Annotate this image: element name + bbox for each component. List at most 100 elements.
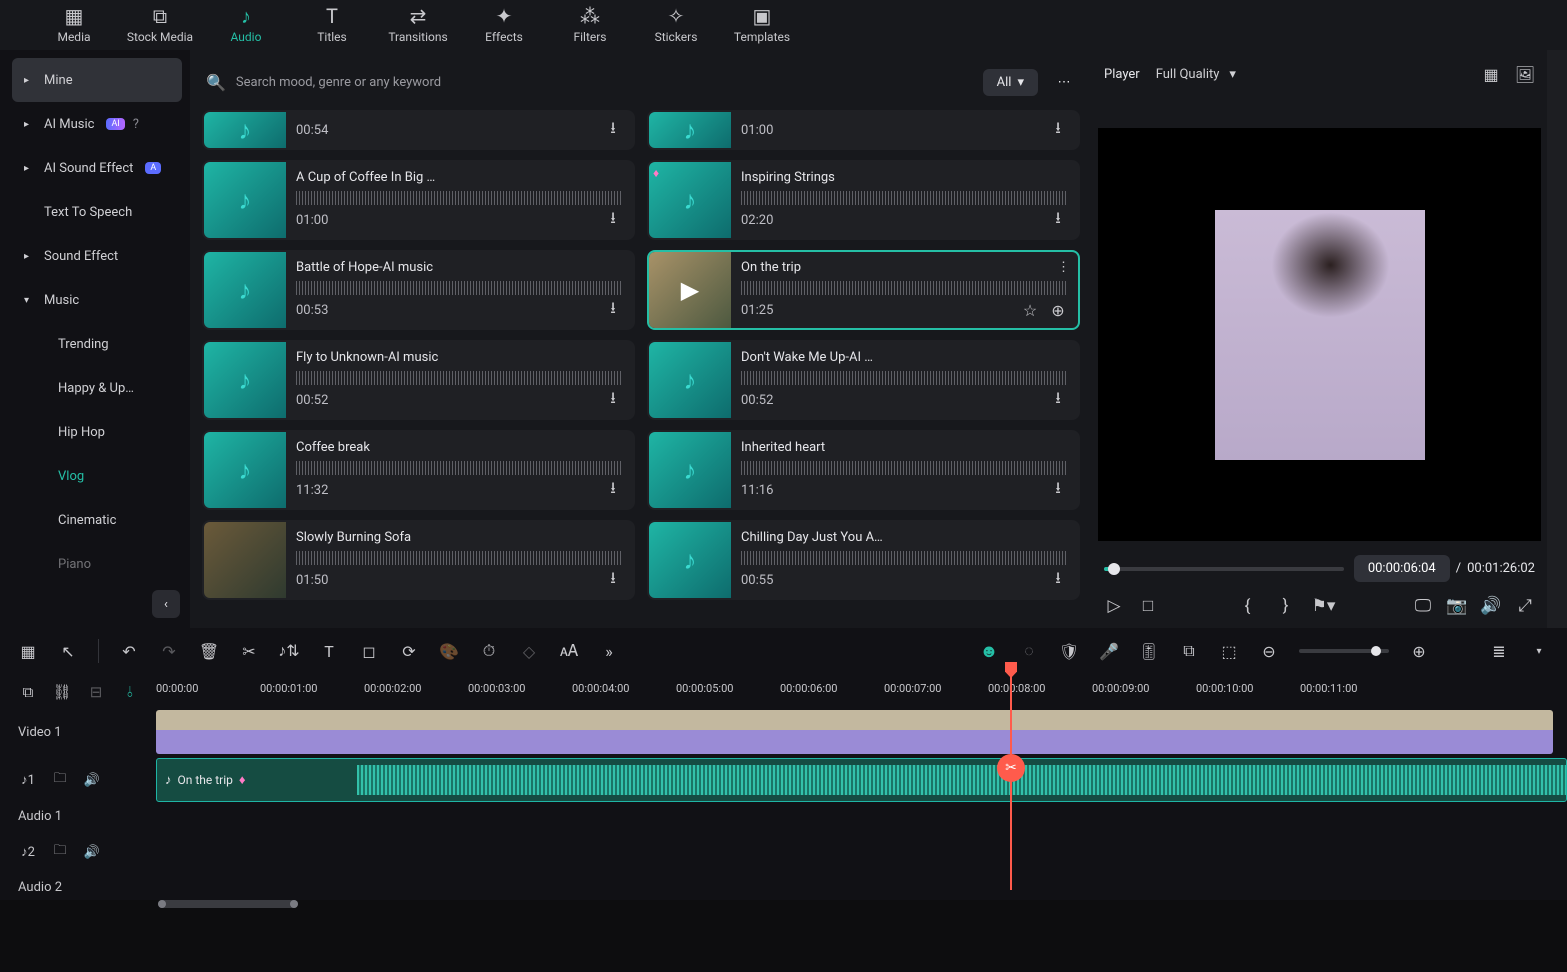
tab-effects[interactable]: ✦Effects (470, 4, 538, 44)
lock-track-icon[interactable]: ⊟ (86, 682, 106, 702)
zoom-in-icon[interactable]: ⊕ (1409, 641, 1429, 661)
sidebar-sub-hiphop[interactable]: Hip Hop (12, 410, 182, 454)
download-icon[interactable]: ⭳ (1048, 480, 1068, 500)
audio-card[interactable]: ♪Battle of Hope-AI music00:53⭳ (202, 250, 635, 330)
mark-in-icon[interactable]: { (1238, 596, 1258, 616)
timer-icon[interactable]: ⏱ (479, 641, 499, 661)
sidebar-item-ai-sound-effect[interactable]: ▸AI Sound EffectA (12, 146, 182, 190)
add-icon[interactable]: ⊕ (1048, 300, 1068, 320)
color-icon[interactable]: 🎨 (439, 641, 459, 661)
audio-thumb[interactable]: ♪ (204, 162, 286, 238)
audio-thumb[interactable]: ♪ (204, 252, 286, 328)
audio-card[interactable]: ♦♪Inspiring Strings02:20⭳ (647, 160, 1080, 240)
marker-dropdown-icon[interactable]: ⚑▾ (1314, 596, 1334, 616)
redo-icon[interactable]: ↷ (159, 641, 179, 661)
mark-out-icon[interactable]: } (1276, 596, 1296, 616)
render-icon[interactable]: ◌ (1019, 641, 1039, 661)
marker-icon[interactable]: 🛡 (1059, 641, 1079, 661)
download-icon[interactable]: ⭳ (603, 570, 623, 590)
sidebar-sub-piano[interactable]: Piano (12, 542, 182, 586)
download-icon[interactable]: ⭳ (1048, 570, 1068, 590)
tab-filters[interactable]: ⁂Filters (556, 4, 624, 44)
playback-slider[interactable] (1104, 567, 1344, 571)
text-tool-icon[interactable]: T (319, 641, 339, 661)
audio-card[interactable]: ♪Coffee break11:32⭳ (202, 430, 635, 510)
stop-button[interactable]: □ (1138, 596, 1158, 616)
download-icon[interactable]: ⭳ (603, 390, 623, 410)
timeline-ruler[interactable]: 00:00:0000:00:01:0000:00:02:0000:00:03:0… (156, 674, 1567, 710)
compare-view-icon[interactable]: ▦ (1481, 64, 1501, 84)
track-mute-icon[interactable]: 🔊 (82, 770, 102, 790)
tab-audio[interactable]: ♪Audio (212, 4, 280, 44)
video-clip[interactable] (156, 710, 1553, 754)
download-icon[interactable]: ⭳ (603, 480, 623, 500)
track-menu-icon[interactable]: ▾ (1529, 641, 1549, 661)
audio-card[interactable]: ♪Don't Wake Me Up-AI …00:52⭳ (647, 340, 1080, 420)
tab-stickers[interactable]: ✧Stickers (642, 4, 710, 44)
track-folder-icon[interactable]: 🗀 (50, 842, 70, 862)
current-time[interactable]: 00:00:06:04 (1354, 555, 1450, 582)
favorite-icon[interactable]: ☆ (1020, 300, 1040, 320)
sidebar-item-sound-effect[interactable]: ▸Sound Effect (12, 234, 182, 278)
sidebar-item-mine[interactable]: ▸Mine (12, 58, 182, 102)
audio-card[interactable]: ♪01:00⭳ (647, 110, 1080, 150)
audio-thumb[interactable]: ♪ (649, 432, 731, 508)
more-options-button[interactable]: ⋯ (1048, 66, 1080, 98)
audio-thumb[interactable]: ♪ (649, 342, 731, 418)
speed-icon[interactable]: ⟳ (399, 641, 419, 661)
play-button[interactable]: ▷ (1104, 596, 1124, 616)
audio-thumb[interactable]: ♪ (649, 522, 731, 598)
chain-icon[interactable]: ⛓ (52, 682, 72, 702)
zoom-slider[interactable] (1299, 649, 1389, 653)
sidebar-item-ai-music[interactable]: ▸AI MusicAI? (12, 102, 182, 146)
sidebar-item-music[interactable]: ▾Music (12, 278, 182, 322)
frame-icon[interactable]: ⧉ (1179, 641, 1199, 661)
help-icon[interactable]: ? (133, 117, 139, 132)
audio-thumb[interactable]: ▶ (649, 252, 731, 328)
audio-thumb[interactable]: ♪ (649, 112, 731, 148)
filter-dropdown[interactable]: All▾ (983, 69, 1038, 96)
playhead-cut-button[interactable]: ✂ (997, 754, 1025, 782)
sidebar-collapse-button[interactable]: ‹ (152, 590, 180, 618)
select-tool-icon[interactable]: ↖ (58, 641, 78, 661)
play-overlay-icon[interactable]: ▶ (681, 276, 699, 304)
search-input[interactable]: 🔍 Search mood, genre or any keyword (206, 64, 973, 100)
sidebar-sub-happy[interactable]: Happy & Up… (12, 366, 182, 410)
audio-thumb[interactable]: ♪ (204, 112, 286, 148)
ai-assistant-icon[interactable]: ☻ (979, 641, 999, 661)
delete-icon[interactable]: 🗑 (199, 641, 219, 661)
audio-clip-on-the-trip[interactable]: ♪ On the trip ♦ (156, 758, 1567, 802)
audio-thumb[interactable]: ♪ (204, 342, 286, 418)
audio-card[interactable]: ▶⋮On the trip01:25☆⊕ (647, 250, 1080, 330)
track-folder-icon[interactable]: 🗀 (50, 770, 70, 790)
grid-tool-icon[interactable]: ▦ (18, 641, 38, 661)
tab-transitions[interactable]: ⇄Transitions (384, 4, 452, 44)
download-icon[interactable]: ⭳ (1048, 120, 1068, 140)
tab-templates[interactable]: ▣Templates (728, 4, 796, 44)
preview-viewport[interactable] (1098, 128, 1541, 541)
tab-titles[interactable]: TTitles (298, 4, 366, 44)
sidebar-sub-trending[interactable]: Trending (12, 322, 182, 366)
download-icon[interactable]: ⭳ (603, 210, 623, 230)
download-icon[interactable]: ⭳ (603, 120, 623, 140)
mixer-icon[interactable]: 🎚 (1139, 641, 1159, 661)
tab-media[interactable]: ▦Media (40, 4, 108, 44)
tab-stock-media[interactable]: ⧉Stock Media (126, 4, 194, 44)
audio-tool-icon[interactable]: ♪⇅ (279, 641, 299, 661)
audio-card[interactable]: ♪Inherited heart11:16⭳ (647, 430, 1080, 510)
audio-card[interactable]: ♪Fly to Unknown-AI music00:52⭳ (202, 340, 635, 420)
track-height-icon[interactable]: ≣ (1489, 641, 1509, 661)
audio-card[interactable]: ♪A Cup of Coffee In Big …01:00⭳ (202, 160, 635, 240)
subtitle-icon[interactable]: 🗚 (559, 641, 579, 661)
audio-thumb[interactable] (204, 522, 286, 598)
volume-icon[interactable]: 🔊 (1481, 596, 1501, 616)
timeline-h-scrollbar[interactable] (158, 900, 1567, 908)
magnet-icon[interactable]: ⫰ (120, 682, 140, 702)
download-icon[interactable]: ⭳ (1048, 210, 1068, 230)
expand-icon[interactable]: » (599, 641, 619, 661)
fit-icon[interactable]: ⬚ (1219, 641, 1239, 661)
thumbnail-icon[interactable]: 🖼 (1515, 64, 1535, 84)
display-icon[interactable]: 🖵 (1413, 596, 1433, 616)
voice-icon[interactable]: 🎤 (1099, 641, 1119, 661)
audio-thumb[interactable]: ♪ (204, 432, 286, 508)
